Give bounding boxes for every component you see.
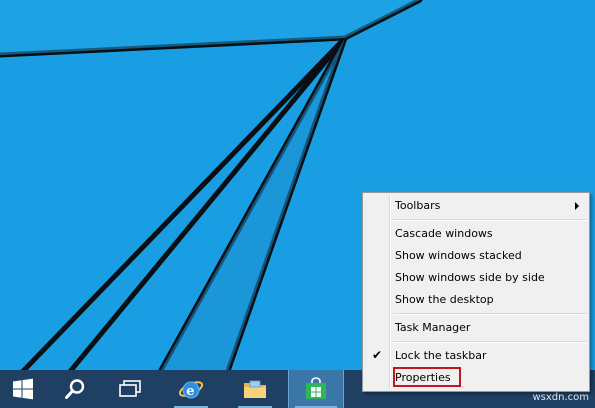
menu-item-label: Lock the taskbar [395, 348, 487, 362]
store-icon [306, 377, 326, 399]
store-button[interactable] [288, 370, 344, 408]
menu-item-task-manager[interactable]: Task Manager [365, 316, 587, 338]
file-explorer-button[interactable] [232, 370, 278, 408]
search-icon [65, 379, 85, 399]
menu-item-label: Properties [395, 370, 451, 384]
menu-item-label: Show the desktop [395, 292, 494, 306]
menu-item-label: Toolbars [395, 198, 441, 212]
task-view-icon [119, 380, 141, 397]
menu-item-show-the-desktop[interactable]: Show the desktop [365, 288, 587, 310]
menu-item-lock-the-taskbar[interactable]: ✔ Lock the taskbar [365, 344, 587, 366]
menu-item-label: Show windows stacked [395, 248, 522, 262]
menu-separator [393, 219, 587, 221]
menu-separator [393, 341, 587, 343]
taskbar-context-menu[interactable]: Toolbars Cascade windows Show windows st… [362, 192, 590, 392]
menu-item-show-windows-side-by-side[interactable]: Show windows side by side [365, 266, 587, 288]
menu-item-show-windows-stacked[interactable]: Show windows stacked [365, 244, 587, 266]
menu-separator [393, 313, 587, 315]
file-explorer-icon [244, 380, 266, 398]
menu-item-label: Task Manager [395, 320, 471, 334]
menu-item-label: Cascade windows [395, 226, 493, 240]
checkmark-icon: ✔ [372, 348, 383, 362]
svg-text:e: e [186, 384, 194, 399]
task-view-button[interactable] [107, 370, 153, 408]
internet-explorer-button[interactable]: e [168, 370, 214, 408]
windows-start-icon [13, 378, 33, 400]
menu-item-properties[interactable]: Properties [365, 366, 587, 388]
watermark: wsxdn.com [532, 392, 589, 403]
search-button[interactable] [52, 370, 98, 408]
start-button[interactable] [0, 370, 46, 408]
desktop[interactable]: e Toolbars Cascade windows Show windows … [0, 0, 595, 408]
menu-item-label: Show windows side by side [395, 270, 545, 284]
submenu-arrow-icon [575, 202, 579, 210]
internet-explorer-icon: e [178, 381, 204, 399]
menu-item-cascade-windows[interactable]: Cascade windows [365, 222, 587, 244]
menu-item-toolbars[interactable]: Toolbars [365, 194, 587, 216]
